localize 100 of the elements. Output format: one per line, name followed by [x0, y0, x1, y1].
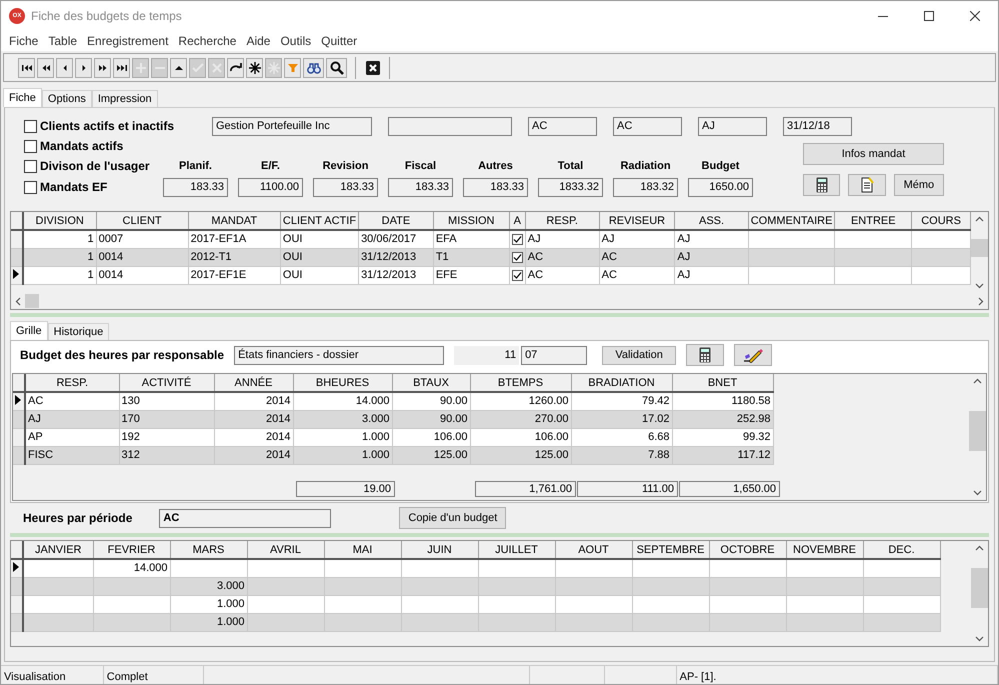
total-label: Autres	[477, 160, 514, 172]
text-field[interactable]	[388, 116, 512, 136]
calculator-button[interactable]	[803, 174, 840, 196]
table-cell: 2014	[266, 449, 290, 461]
column-header[interactable]: MAI	[324, 541, 401, 559]
search-icon	[330, 60, 344, 74]
status-text: Visualisation	[4, 670, 66, 682]
column-header[interactable]: MISSION	[433, 212, 510, 230]
toolbar-button[interactable]	[56, 58, 73, 78]
column-header[interactable]: A	[509, 212, 526, 230]
column-header[interactable]: BNET	[672, 374, 773, 392]
text-field[interactable]: AC	[528, 116, 597, 136]
column-header[interactable]: AVRIL	[247, 541, 324, 559]
calculator-button[interactable]	[686, 344, 724, 366]
total-field: 1650.00	[688, 178, 753, 196]
calculator-icon	[699, 347, 712, 363]
menu-item[interactable]: Aide	[241, 34, 276, 48]
text-field[interactable]: AJ	[698, 116, 767, 136]
cross-icon	[210, 60, 224, 74]
checkbox[interactable]	[512, 252, 523, 263]
table-cell: 117.12	[738, 449, 770, 461]
scrollbar-thumb[interactable]	[969, 411, 986, 451]
toolbar-button[interactable]	[94, 58, 111, 78]
table-cell: 1260.00	[528, 395, 568, 408]
toolbar-button[interactable]	[37, 58, 54, 78]
total-label: Planif.	[178, 160, 213, 172]
checkbox[interactable]	[24, 160, 37, 172]
copy-budget-button[interactable]: Copie d'un budget	[399, 507, 506, 529]
toolbar-button[interactable]	[113, 58, 130, 78]
column-header[interactable]: JUIN	[401, 541, 478, 559]
tab[interactable]: Impression	[92, 90, 158, 107]
toolbar-button[interactable]	[303, 58, 324, 78]
text-field[interactable]: États financiers - dossier	[234, 346, 444, 364]
toolbar-button[interactable]	[227, 58, 244, 78]
column-header[interactable]: COURS	[912, 212, 970, 230]
column-header[interactable]: NOVEMBRE	[786, 541, 863, 559]
column-header[interactable]: RESP.	[25, 374, 119, 392]
tab[interactable]: Fiche	[3, 88, 42, 107]
column-header[interactable]: MANDAT	[188, 212, 280, 230]
text-field[interactable]: Gestion Portefeuille Inc	[212, 116, 372, 136]
checkbox[interactable]	[512, 270, 523, 281]
column-header[interactable]: OCTOBRE	[709, 541, 786, 559]
scrollbar-thumb[interactable]	[971, 568, 988, 608]
column-header[interactable]: JUILLET	[478, 541, 555, 559]
column-header[interactable]: ACTIVITÉ	[119, 374, 214, 392]
column-header[interactable]: BTEMPS	[470, 374, 571, 392]
scrollbar-thumb[interactable]	[971, 239, 988, 257]
column-header[interactable]: BRADIATION	[571, 374, 672, 392]
menu-item[interactable]: Outils	[275, 34, 316, 48]
text-field[interactable]: AC	[613, 116, 682, 136]
column-header[interactable]: COMMENTAIRE	[748, 212, 835, 230]
column-header[interactable]: JANVIER	[23, 541, 93, 559]
toolbar-button[interactable]	[246, 58, 263, 78]
tab[interactable]: Options	[42, 90, 92, 107]
column-header[interactable]: ASS.	[674, 212, 748, 230]
table-cell: AJ	[528, 233, 541, 246]
menu-item[interactable]: Enregistrement	[82, 34, 174, 48]
tab[interactable]: Grille	[10, 321, 48, 340]
menu-item[interactable]: Table	[43, 34, 82, 48]
toolbar-button[interactable]	[170, 58, 187, 78]
menu-item[interactable]: Quitter	[316, 34, 362, 48]
text-field[interactable]: AC	[159, 508, 332, 528]
edit-button[interactable]	[734, 344, 772, 366]
checkbox[interactable]	[512, 234, 523, 245]
total-field: 1,761.00	[475, 480, 576, 496]
column-header[interactable]: RESP.	[525, 212, 600, 230]
checkbox[interactable]	[24, 180, 37, 194]
column-header[interactable]: DEC.	[863, 541, 940, 559]
column-header[interactable]: MARS	[170, 541, 247, 559]
text-field[interactable]: 07	[521, 346, 588, 364]
column-header[interactable]: BHEURES	[293, 374, 392, 392]
tab[interactable]: Historique	[48, 323, 110, 340]
total-field: 111.00	[577, 480, 678, 496]
column-header[interactable]: REVISEUR	[599, 212, 675, 230]
memo-button[interactable]: Mémo	[894, 174, 944, 196]
column-header[interactable]: ANNÉE	[214, 374, 293, 392]
column-header[interactable]: AOUT	[555, 541, 632, 559]
table-cell: 1180.58	[732, 395, 770, 408]
text-field[interactable]: 31/12/18	[783, 116, 852, 136]
checkbox[interactable]	[24, 120, 37, 132]
toolbar-button[interactable]	[18, 58, 35, 78]
column-header[interactable]: CLIENT	[96, 212, 188, 230]
toolbar-button[interactable]	[326, 58, 347, 78]
column-header[interactable]: SEPTEMBRE	[632, 541, 709, 559]
document-button[interactable]	[848, 174, 886, 196]
column-header[interactable]: DIVISION	[22, 212, 96, 230]
scrollbar-thumb[interactable]	[25, 294, 39, 308]
column-header[interactable]: CLIENT ACTIF	[280, 212, 359, 230]
validate-button[interactable]: Validation	[602, 346, 676, 364]
column-header[interactable]: DATE	[358, 212, 434, 230]
info-button[interactable]: Infos mandat	[803, 143, 944, 165]
column-header[interactable]: FEVRIER	[93, 541, 170, 559]
total-field: 183.33	[463, 178, 528, 196]
total-field: 1833.32	[538, 178, 603, 196]
menu-item[interactable]: Recherche	[173, 34, 242, 48]
column-header[interactable]: ENTREE	[834, 212, 912, 230]
column-header[interactable]: BTAUX	[392, 374, 470, 392]
menu-item[interactable]: Fiche	[4, 34, 44, 48]
toolbar-button[interactable]	[75, 58, 92, 78]
checkbox[interactable]	[24, 140, 37, 152]
